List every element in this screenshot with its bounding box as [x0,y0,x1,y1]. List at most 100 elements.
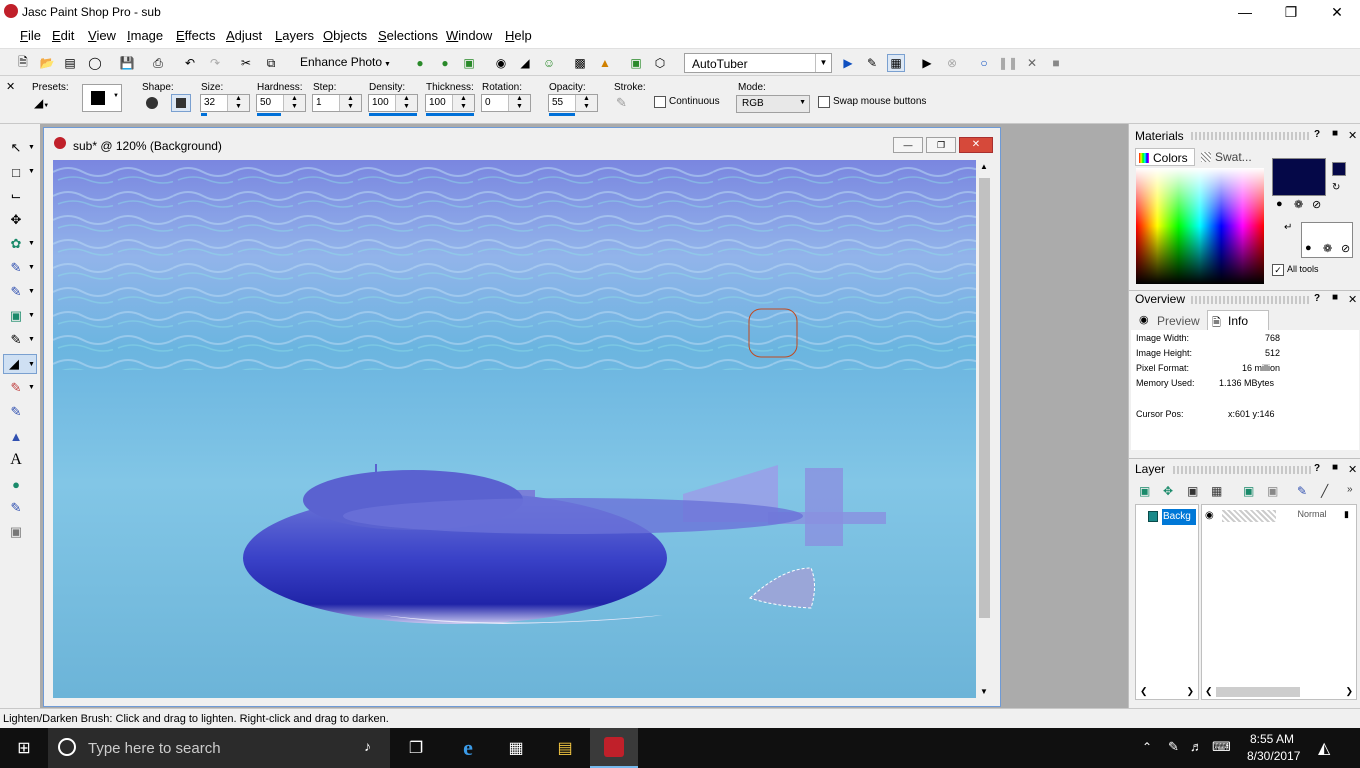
file-explorer-icon[interactable]: ▤ [553,736,577,760]
cancel-script-icon[interactable]: ⊗ [943,54,961,72]
swap-mouse-checkbox[interactable] [818,96,830,108]
layer-close-icon[interactable]: ✕ [1348,463,1357,476]
overview-help-icon[interactable]: ? [1314,293,1320,304]
fg-style-buttons[interactable]: ● ❁ ⊘ [1272,198,1326,214]
face-icon[interactable]: ● [411,54,429,72]
bg-color-style-icon[interactable]: ● [1305,242,1312,254]
pause-icon[interactable]: ❚❚ [998,54,1018,72]
selection-icon[interactable]: □ ▼ [6,162,35,182]
menu-edit[interactable]: Edit [52,28,74,43]
photo-landscape-icon[interactable]: ▣ [460,54,478,72]
redo-icon[interactable]: ↷ [206,54,224,72]
adjustment-layer-icon[interactable]: ▦ [1211,484,1222,498]
microphone-icon[interactable]: ♪ [364,738,371,754]
layer-scroll-right-icon[interactable]: ❯ [1186,686,1194,697]
pen-icon[interactable]: ✎ [6,498,26,518]
paint-shop-pro-task-icon[interactable] [590,728,638,768]
contrast-icon[interactable]: ◢ [516,54,534,72]
copy-icon[interactable]: ⧉ [262,54,280,72]
flood-fill-icon[interactable]: ▲ [6,426,26,446]
new-raster-layer-icon[interactable]: ▣ [1139,484,1150,498]
volume-icon[interactable]: ♬ [1190,739,1203,754]
props-scroll-right-icon[interactable]: ❯ [1345,686,1353,697]
lasso-icon[interactable]: ✿ ▼ [6,234,35,254]
thickness-slider[interactable] [426,113,474,116]
merge-layer-icon[interactable]: ▣ [1267,484,1278,498]
layer-properties-icon[interactable]: ✎ [1297,484,1307,498]
new-vector-layer-icon[interactable]: ✥ [1163,484,1173,498]
opacity-bar[interactable] [1222,510,1276,522]
script-mode-icon[interactable]: ▦ [887,54,905,72]
density-field[interactable]: 100 ▲ ▼ [368,94,418,112]
pan-pointer-icon[interactable]: ↖ ▼ [6,138,35,158]
undo-icon[interactable]: ↶ [181,54,199,72]
crop-icon[interactable]: ⌙ [6,186,26,206]
square-shape-icon[interactable] [171,94,191,112]
enhance-photo-button[interactable]: Enhance Photo ▼ [300,55,391,71]
layer-lock-icon[interactable]: ▮ [1344,509,1349,520]
layer-minimize-icon[interactable]: ■ [1332,462,1338,473]
round-shape-icon[interactable] [146,97,158,109]
size-slider[interactable] [201,113,207,116]
stop-recording-icon[interactable]: ✕ [1023,54,1041,72]
menu-objects[interactable]: Objects [323,28,367,43]
menu-view[interactable]: View [88,28,116,43]
store-icon[interactable]: ▦ [504,736,528,760]
color-style-icon[interactable]: ● [1276,198,1283,210]
dropper-icon[interactable]: ✎ ▼ [6,258,35,278]
action-center-icon[interactable]: ◭ [1318,738,1330,758]
props-scroll-left-icon[interactable]: ❮ [1205,686,1213,697]
swap-colors-icon[interactable]: ↻ [1332,182,1340,193]
menu-image[interactable]: Image [127,28,163,43]
image-canvas[interactable] [53,160,976,698]
stop-icon[interactable]: ■ [1047,54,1065,72]
close-button[interactable]: ✕ [1314,0,1360,24]
paint-brush-icon[interactable]: ✎ ▼ [6,282,35,302]
red-eye-icon[interactable]: ◉ [492,54,510,72]
layer-hscroll[interactable] [1216,687,1300,697]
save-icon[interactable]: 💾 [118,54,136,72]
doc-close-button[interactable]: ✕ [959,137,993,153]
windows-start-icon[interactable]: ⊞ [12,736,36,760]
picture-tube-icon[interactable]: ✎ [6,402,26,422]
person-icon[interactable]: ☺ [540,54,558,72]
menu-effects[interactable]: Effects [176,28,216,43]
clock-date[interactable]: 8/30/2017 [1247,749,1300,763]
overview-close-icon[interactable]: ✕ [1348,293,1357,306]
scan-icon[interactable]: ◯ [86,54,104,72]
blend-mode-value[interactable]: Normal [1280,509,1344,523]
layer-row[interactable]: Backg [1144,509,1196,525]
hardness-field[interactable]: 50 ▲ ▼ [256,94,306,112]
layer-scroll-left-icon[interactable]: ❮ [1140,686,1148,697]
swap-materials-icon[interactable]: ↵ [1284,222,1292,233]
document-window[interactable]: sub* @ 120% (Background) — ❐ ✕ ▲ ▼ [43,127,1001,707]
network-icon[interactable]: ✎ [1168,739,1179,755]
menu-adjust[interactable]: Adjust [226,28,262,43]
foreground-swatch[interactable] [1272,158,1326,196]
maximize-button[interactable]: ❐ [1268,0,1314,24]
new-file-icon[interactable]: 🗎 [14,54,32,72]
close-icon[interactable]: ✕ [6,80,15,93]
presets-dropdown[interactable]: ◢▼ [34,96,62,112]
tab-info[interactable]: 🗎 Info [1207,310,1269,330]
overview-minimize-icon[interactable]: ■ [1332,292,1338,303]
load-script-icon[interactable]: ▶ [918,54,936,72]
opacity-slider[interactable] [549,113,575,116]
brush-tip-picker[interactable]: ▼ [82,84,122,112]
search-box[interactable]: Type here to search ♪ [48,728,390,768]
run-script-icon[interactable]: ▶ [839,54,857,72]
doc-restore-button[interactable]: ❐ [926,137,956,153]
density-slider[interactable] [369,113,417,116]
document-title-bar[interactable]: sub* @ 120% (Background) — ❐ ✕ [44,128,1000,160]
face-alt-icon[interactable]: ● [436,54,454,72]
help-icon[interactable]: ? [1314,129,1320,140]
visibility-eye-icon[interactable]: ◉ [1205,510,1214,521]
record-icon[interactable]: ○ [975,54,993,72]
thickness-field[interactable]: 100 ▲ ▼ [425,94,475,112]
tab-swatches[interactable]: Swat... [1199,148,1257,166]
continuous-checkbox[interactable] [654,96,666,108]
clock-time[interactable]: 8:55 AM [1250,732,1294,746]
browse-icon[interactable]: ▤ [61,54,79,72]
move-icon[interactable]: ✥ [6,210,26,230]
edit-script-icon[interactable]: ✎ [863,54,881,72]
